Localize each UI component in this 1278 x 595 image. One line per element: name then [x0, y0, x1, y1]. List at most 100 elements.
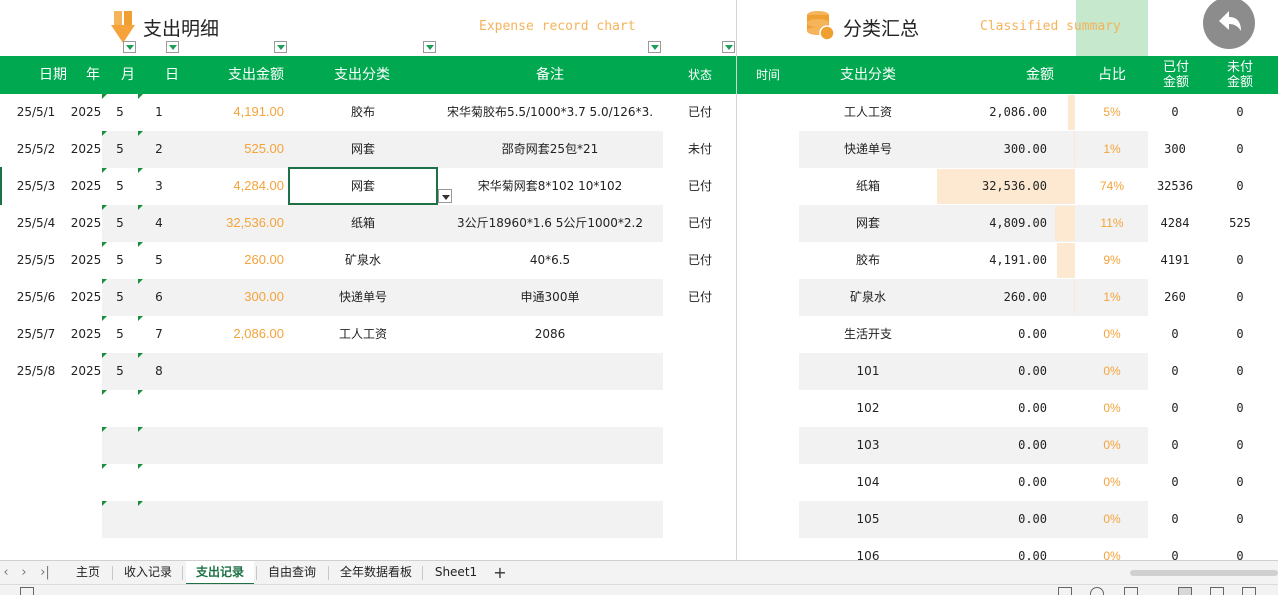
month-cell[interactable]: 5: [110, 205, 130, 242]
filter-dropdown-status[interactable]: [722, 41, 735, 53]
month-cell[interactable]: 5: [110, 353, 130, 390]
ratio-cell[interactable]: 74%: [1078, 168, 1146, 205]
paid-amount-cell[interactable]: 0: [1150, 427, 1200, 464]
tab-5[interactable]: Sheet1: [426, 561, 486, 585]
year-cell[interactable]: 2025: [68, 242, 104, 279]
paid-amount-cell[interactable]: 300: [1150, 131, 1200, 168]
summary-amount-cell[interactable]: 0.00: [936, 501, 1047, 538]
month-cell[interactable]: 5: [110, 242, 130, 279]
summary-category-cell[interactable]: 104: [814, 464, 922, 501]
paid-amount-cell[interactable]: 0: [1150, 316, 1200, 353]
tab-2[interactable]: 支出记录: [186, 561, 254, 585]
month-cell[interactable]: 5: [110, 168, 130, 205]
summary-amount-cell[interactable]: 2,086.00: [936, 94, 1047, 131]
status-cell[interactable]: 已付: [672, 94, 728, 131]
status-cell[interactable]: 已付: [672, 279, 728, 316]
summary-amount-cell[interactable]: 32,536.00: [936, 168, 1047, 205]
summary-category-cell[interactable]: 纸箱: [814, 168, 922, 205]
date-cell[interactable]: 25/5/6: [8, 279, 64, 316]
paid-amount-cell[interactable]: 4284: [1150, 205, 1200, 242]
date-cell[interactable]: 25/5/8: [8, 353, 64, 390]
amount-cell[interactable]: 32,536.00: [180, 205, 284, 242]
day-cell[interactable]: 8: [148, 353, 170, 390]
day-cell[interactable]: 1: [148, 94, 170, 131]
day-cell[interactable]: 3: [148, 168, 170, 205]
ratio-cell[interactable]: 5%: [1078, 94, 1146, 131]
year-cell[interactable]: 2025: [68, 94, 104, 131]
month-cell[interactable]: 5: [110, 316, 130, 353]
unpaid-amount-cell[interactable]: 525: [1214, 205, 1266, 242]
summary-category-cell[interactable]: 103: [814, 427, 922, 464]
paid-amount-cell[interactable]: 0: [1150, 501, 1200, 538]
note-cell[interactable]: 2086: [438, 316, 662, 353]
month-cell[interactable]: 5: [110, 279, 130, 316]
year-cell[interactable]: 2025: [68, 205, 104, 242]
paid-amount-cell[interactable]: 0: [1150, 390, 1200, 427]
tab-scroll-prev-button[interactable]: ›: [16, 561, 32, 585]
horizontal-scrollbar[interactable]: [1130, 570, 1278, 576]
status-cell[interactable]: 已付: [672, 168, 728, 205]
year-cell[interactable]: 2025: [68, 279, 104, 316]
amount-cell[interactable]: 260.00: [180, 242, 284, 279]
year-cell[interactable]: 2025: [68, 168, 104, 205]
normal-view-icon[interactable]: [1058, 587, 1072, 595]
summary-amount-cell[interactable]: 0.00: [936, 464, 1047, 501]
summary-amount-cell[interactable]: 4,191.00: [936, 242, 1047, 279]
note-cell[interactable]: [438, 353, 662, 390]
note-cell[interactable]: 3公斤18960*1.6 5公斤1000*2.2: [438, 205, 662, 242]
amount-cell[interactable]: 2,086.00: [180, 316, 284, 353]
unpaid-amount-cell[interactable]: 0: [1214, 279, 1266, 316]
unpaid-amount-cell[interactable]: 0: [1214, 353, 1266, 390]
status-cell[interactable]: [672, 316, 728, 353]
filter-dropdown-year[interactable]: [123, 41, 136, 53]
amount-cell[interactable]: 4,284.00: [180, 168, 284, 205]
eye-icon[interactable]: [1090, 587, 1104, 595]
day-cell[interactable]: 7: [148, 316, 170, 353]
date-cell[interactable]: 25/5/1: [8, 94, 64, 131]
unpaid-amount-cell[interactable]: 0: [1214, 131, 1266, 168]
ratio-cell[interactable]: 0%: [1078, 427, 1146, 464]
ratio-cell[interactable]: 0%: [1078, 316, 1146, 353]
day-cell[interactable]: 5: [148, 242, 170, 279]
tab-1[interactable]: 收入记录: [116, 561, 180, 585]
day-cell[interactable]: 4: [148, 205, 170, 242]
summary-category-cell[interactable]: 生活开支: [814, 316, 922, 353]
date-cell[interactable]: 25/5/7: [8, 316, 64, 353]
summary-category-cell[interactable]: 102: [814, 390, 922, 427]
paid-amount-cell[interactable]: 0: [1150, 464, 1200, 501]
cell-dropdown-button[interactable]: [438, 189, 452, 203]
date-cell[interactable]: 25/5/3: [8, 168, 64, 205]
unpaid-amount-cell[interactable]: 0: [1214, 94, 1266, 131]
summary-category-cell[interactable]: 网套: [814, 205, 922, 242]
summary-amount-cell[interactable]: 260.00: [936, 279, 1047, 316]
year-cell[interactable]: 2025: [68, 353, 104, 390]
category-cell[interactable]: 胶布: [290, 94, 436, 131]
summary-category-cell[interactable]: 105: [814, 501, 922, 538]
category-cell[interactable]: 矿泉水: [290, 242, 436, 279]
summary-amount-cell[interactable]: 0.00: [936, 316, 1047, 353]
paid-amount-cell[interactable]: 4191: [1150, 242, 1200, 279]
unpaid-amount-cell[interactable]: 0: [1214, 316, 1266, 353]
summary-category-cell[interactable]: 快递单号: [814, 131, 922, 168]
paid-amount-cell[interactable]: 0: [1150, 353, 1200, 390]
reading-mode-icon[interactable]: [1242, 587, 1256, 595]
summary-amount-cell[interactable]: 0.00: [936, 353, 1047, 390]
paid-amount-cell[interactable]: 260: [1150, 279, 1200, 316]
note-cell[interactable]: 40*6.5: [438, 242, 662, 279]
month-cell[interactable]: 5: [110, 94, 130, 131]
ratio-cell[interactable]: 1%: [1078, 279, 1146, 316]
add-sheet-button[interactable]: +: [491, 561, 509, 585]
summary-amount-cell[interactable]: 0.00: [936, 390, 1047, 427]
note-cell[interactable]: 宋华菊网套8*102 10*102: [438, 168, 662, 205]
date-cell[interactable]: 25/5/2: [8, 131, 64, 168]
unpaid-amount-cell[interactable]: 0: [1214, 464, 1266, 501]
category-cell[interactable]: 网套: [290, 131, 436, 168]
year-cell[interactable]: 2025: [68, 131, 104, 168]
day-cell[interactable]: 2: [148, 131, 170, 168]
status-cell[interactable]: 未付: [672, 131, 728, 168]
date-cell[interactable]: 25/5/5: [8, 242, 64, 279]
page-break-icon[interactable]: [1210, 587, 1224, 595]
status-cell[interactable]: [672, 353, 728, 390]
ratio-cell[interactable]: 1%: [1078, 131, 1146, 168]
unpaid-amount-cell[interactable]: 0: [1214, 501, 1266, 538]
